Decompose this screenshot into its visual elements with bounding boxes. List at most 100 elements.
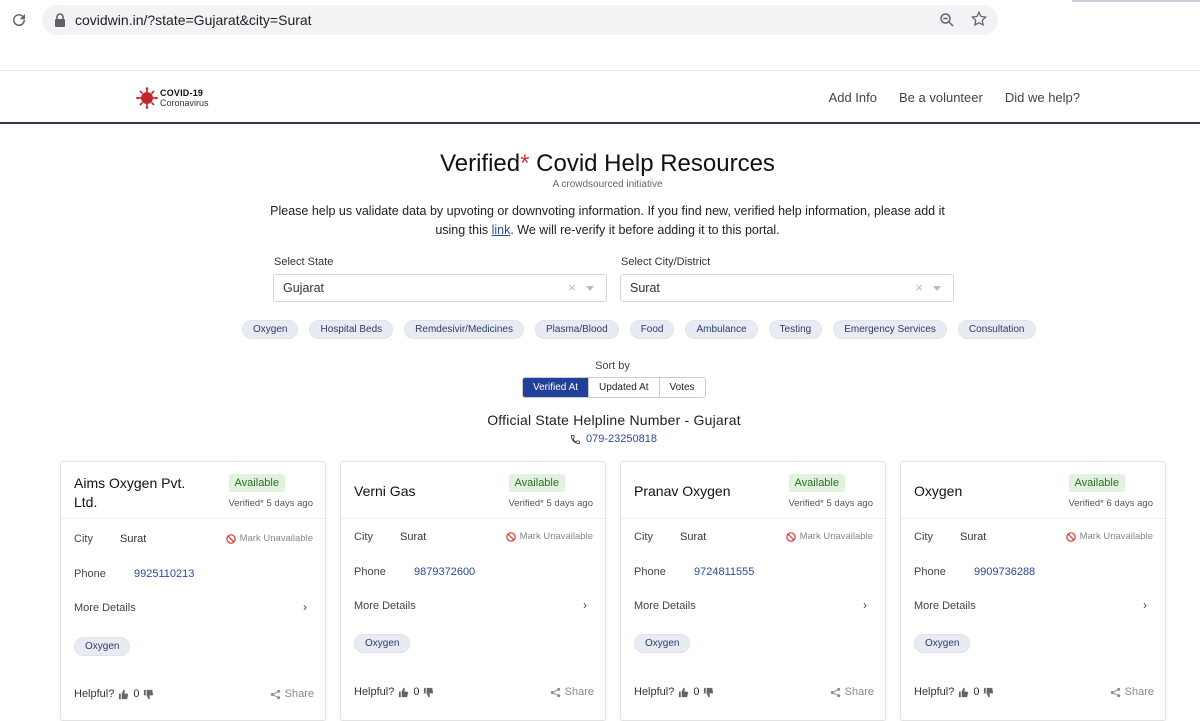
add-info-link[interactable]: link (492, 223, 511, 237)
verified-time: Verified* 5 days ago (788, 498, 873, 509)
thumbs-up-icon[interactable] (398, 687, 409, 698)
chevron-down-icon[interactable] (933, 286, 941, 291)
helpful-label: Helpful? (634, 686, 675, 698)
address-bar[interactable]: covidwin.in/?state=Gujarat&city=Surat (42, 5, 998, 35)
upvote-count: 0 (133, 688, 140, 700)
reload-icon[interactable] (10, 11, 28, 29)
state-select[interactable]: Gujarat × (273, 274, 607, 302)
page-subtitle: A crowdsourced initiative (552, 179, 663, 190)
resource-name: Oxygen (914, 483, 963, 499)
resource-tag[interactable]: Oxygen (914, 634, 971, 653)
nav-be-a-volunteer[interactable]: Be a volunteer (899, 90, 983, 105)
chip-plasma-blood[interactable]: Plasma/Blood (534, 320, 619, 339)
share-button[interactable]: Share (830, 686, 874, 698)
resource-card: Verni Gas Available Verified* 5 days ago… (340, 461, 606, 721)
ban-icon (505, 531, 516, 542)
sort-updated-at-button[interactable]: Updated At (589, 378, 660, 397)
sort-toggle: Verified At Updated At Votes (522, 377, 706, 398)
lock-icon (55, 13, 65, 27)
status-badge: Available (228, 474, 285, 492)
chip-remdesivir-medicines[interactable]: Remdesivir/Medicines (404, 320, 524, 339)
mark-unavailable-label: Mark Unavailable (239, 533, 313, 544)
nav-add-info[interactable]: Add Info (829, 90, 877, 105)
clear-state-icon[interactable]: × (568, 280, 576, 295)
thumbs-down-icon[interactable] (423, 687, 434, 698)
city-label: City (914, 531, 933, 543)
mark-unavailable-label: Mark Unavailable (799, 531, 873, 542)
nav-did-we-help[interactable]: Did we help? (1005, 90, 1080, 105)
helpline-number[interactable]: 079-23250818 (586, 433, 657, 445)
bookmark-star-icon[interactable] (970, 10, 988, 28)
resource-tag[interactable]: Oxygen (354, 634, 411, 653)
city-value: Surat (680, 531, 707, 543)
card-header: Oxygen Available Verified* 6 days ago (901, 462, 1165, 519)
sort-verified-at-button[interactable]: Verified At (523, 378, 590, 397)
city-select-label: Select City/District (621, 256, 711, 268)
chip-consultation[interactable]: Consultation (957, 320, 1036, 339)
phone-label: Phone (914, 566, 946, 578)
chip-food[interactable]: Food (629, 320, 675, 339)
chevron-right-icon[interactable]: › (583, 598, 587, 612)
resource-tag[interactable]: Oxygen (634, 634, 691, 653)
phone-value[interactable]: 9909736288 (974, 566, 1035, 578)
city-select[interactable]: Surat × (620, 274, 954, 302)
chevron-right-icon[interactable]: › (863, 598, 867, 612)
mark-unavailable-button[interactable]: Mark Unavailable (785, 531, 873, 542)
more-details-link[interactable]: More Details (634, 600, 696, 612)
zoom-icon[interactable] (938, 11, 956, 29)
card-header: Aims Oxygen Pvt. Ltd. Available Verified… (61, 462, 325, 519)
mark-unavailable-button[interactable]: Mark Unavailable (505, 531, 593, 542)
chevron-right-icon[interactable]: › (1143, 598, 1147, 612)
thumbs-down-icon[interactable] (983, 687, 994, 698)
site-header: COVID-19 Coronavirus Add Info Be a volun… (0, 70, 1200, 124)
logo-title: COVID-19 (160, 88, 204, 98)
thumbs-down-icon[interactable] (703, 687, 714, 698)
chip-ambulance[interactable]: Ambulance (685, 320, 758, 339)
share-label: Share (1124, 686, 1154, 698)
share-button[interactable]: Share (550, 686, 594, 698)
browser-toolbar: covidwin.in/?state=Gujarat&city=Surat (0, 0, 1200, 40)
thumbs-up-icon[interactable] (958, 687, 969, 698)
share-label: Share (844, 686, 874, 698)
more-details-link[interactable]: More Details (74, 602, 136, 614)
chip-emergency-services[interactable]: Emergency Services (833, 320, 947, 339)
more-details-link[interactable]: More Details (914, 600, 976, 612)
more-details-link[interactable]: More Details (354, 600, 416, 612)
chip-testing[interactable]: Testing (768, 320, 823, 339)
chip-hospital-beds[interactable]: Hospital Beds (309, 320, 394, 339)
phone-value[interactable]: 9879372600 (414, 566, 475, 578)
chevron-down-icon[interactable] (586, 286, 594, 291)
ban-icon (785, 531, 796, 542)
logo[interactable]: COVID-19 Coronavirus (136, 86, 226, 110)
helpline-title: Official State Helpline Number - Gujarat (487, 412, 741, 428)
phone-label: Phone (354, 566, 386, 578)
share-icon (550, 687, 560, 697)
mark-unavailable-label: Mark Unavailable (1079, 531, 1153, 542)
status-badge: Available (1068, 474, 1125, 492)
status-badge: Available (508, 474, 565, 492)
city-select-value: Surat (630, 281, 660, 295)
clear-city-icon[interactable]: × (915, 280, 923, 295)
mark-unavailable-button[interactable]: Mark Unavailable (225, 533, 313, 544)
chip-oxygen[interactable]: Oxygen (242, 320, 299, 339)
share-button[interactable]: Share (1110, 686, 1154, 698)
thumbs-up-icon[interactable] (678, 687, 689, 698)
helpful-section: Helpful? 0 (354, 686, 434, 698)
resource-tag[interactable]: Oxygen (74, 637, 131, 656)
mark-unavailable-button[interactable]: Mark Unavailable (1065, 531, 1153, 542)
city-value: Surat (120, 533, 147, 545)
phone-value[interactable]: 9925110213 (134, 568, 194, 580)
phone-value[interactable]: 9724811555 (694, 566, 754, 578)
helpline-phone[interactable]: 079-23250818 (570, 433, 657, 445)
thumbs-up-icon[interactable] (118, 689, 129, 700)
share-button[interactable]: Share (270, 688, 314, 700)
sort-votes-button[interactable]: Votes (659, 378, 705, 397)
category-chips: Oxygen Hospital Beds Remdesivir/Medicine… (242, 320, 1036, 339)
thumbs-down-icon[interactable] (143, 689, 154, 700)
share-icon (1110, 687, 1120, 697)
chevron-right-icon[interactable]: › (303, 600, 307, 614)
url-text[interactable]: covidwin.in/?state=Gujarat&city=Surat (75, 12, 312, 28)
mark-unavailable-label: Mark Unavailable (519, 531, 593, 542)
helpful-section: Helpful? 0 (74, 688, 154, 700)
title-rest: Covid Help Resources (529, 150, 775, 177)
